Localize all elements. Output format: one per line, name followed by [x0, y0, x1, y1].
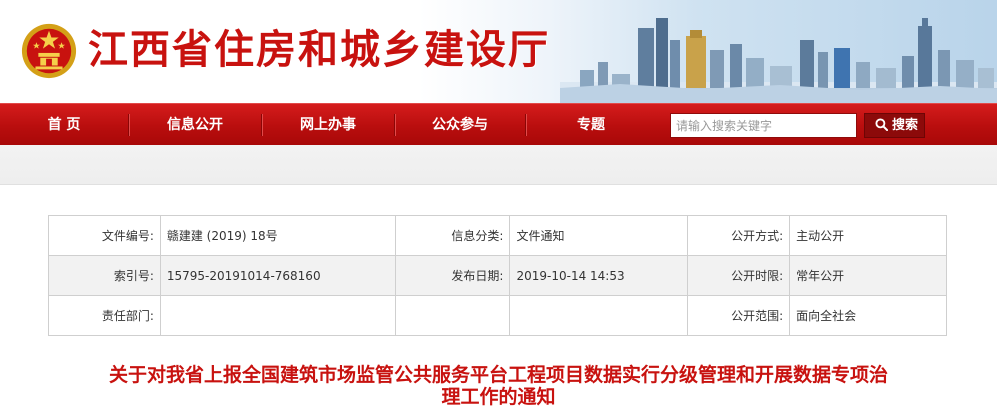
nav-item-topics[interactable]: 专题	[526, 104, 656, 146]
nav-item-public-participation[interactable]: 公众参与	[395, 104, 525, 146]
doc-number-label: 文件编号:	[48, 215, 161, 256]
disclosure-period-label: 公开时限:	[687, 255, 791, 296]
table-row: 文件编号: 赣建建 (2019) 18号 信息分类: 文件通知 公开方式: 主动…	[48, 215, 947, 256]
empty-label-cell	[394, 295, 511, 336]
table-row: 索引号: 15795-20191014-768160 发布日期: 2019-10…	[48, 255, 947, 296]
search-input[interactable]	[670, 113, 857, 138]
national-emblem-icon	[21, 23, 77, 79]
nav-item-info-disclosure[interactable]: 信息公开	[129, 104, 261, 146]
index-number-value: 15795-20191014-768160	[159, 255, 396, 296]
empty-value-cell	[509, 295, 689, 336]
responsible-dept-label: 责任部门:	[48, 295, 161, 336]
city-skyline-illustration	[560, 18, 997, 103]
doc-number-value: 赣建建 (2019) 18号	[159, 215, 396, 256]
site-banner: 江西省住房和城乡建设厅	[0, 0, 997, 103]
article-title-line-1: 关于对我省上报全国建筑市场监管公共服务平台工程项目数据实行分级管理和开展数据专项…	[108, 364, 888, 386]
search-icon	[875, 118, 889, 132]
disclosure-period-value: 常年公开	[789, 255, 947, 296]
category-label: 信息分类:	[394, 215, 511, 256]
nav-item-home[interactable]: 首 页	[0, 104, 128, 146]
article-title: 关于对我省上报全国建筑市场监管公共服务平台工程项目数据实行分级管理和开展数据专项…	[20, 364, 977, 408]
index-number-label: 索引号:	[48, 255, 161, 296]
breadcrumb-strip	[0, 145, 997, 185]
site-title: 江西省住房和城乡建设厅	[88, 26, 550, 73]
search-button-label: 搜索	[891, 118, 918, 133]
main-nav: 首 页 信息公开 网上办事 公众参与 专题 搜索	[0, 103, 997, 145]
disclosure-scope-value: 面向全社会	[789, 295, 947, 336]
article-title-line-2: 理工作的通知	[441, 386, 556, 408]
table-row: 责任部门: 公开范围: 面向全社会	[48, 295, 947, 336]
search-button[interactable]: 搜索	[864, 113, 925, 138]
publish-date-label: 发布日期:	[394, 255, 511, 296]
document-info-table: 文件编号: 赣建建 (2019) 18号 信息分类: 文件通知 公开方式: 主动…	[48, 215, 947, 336]
responsible-dept-value	[159, 295, 396, 336]
category-value: 文件通知	[509, 215, 689, 256]
disclosure-method-label: 公开方式:	[687, 215, 791, 256]
disclosure-method-value: 主动公开	[789, 215, 947, 256]
nav-item-online-services[interactable]: 网上办事	[262, 104, 394, 146]
publish-date-value: 2019-10-14 14:53	[509, 255, 689, 296]
disclosure-scope-label: 公开范围:	[687, 295, 791, 336]
